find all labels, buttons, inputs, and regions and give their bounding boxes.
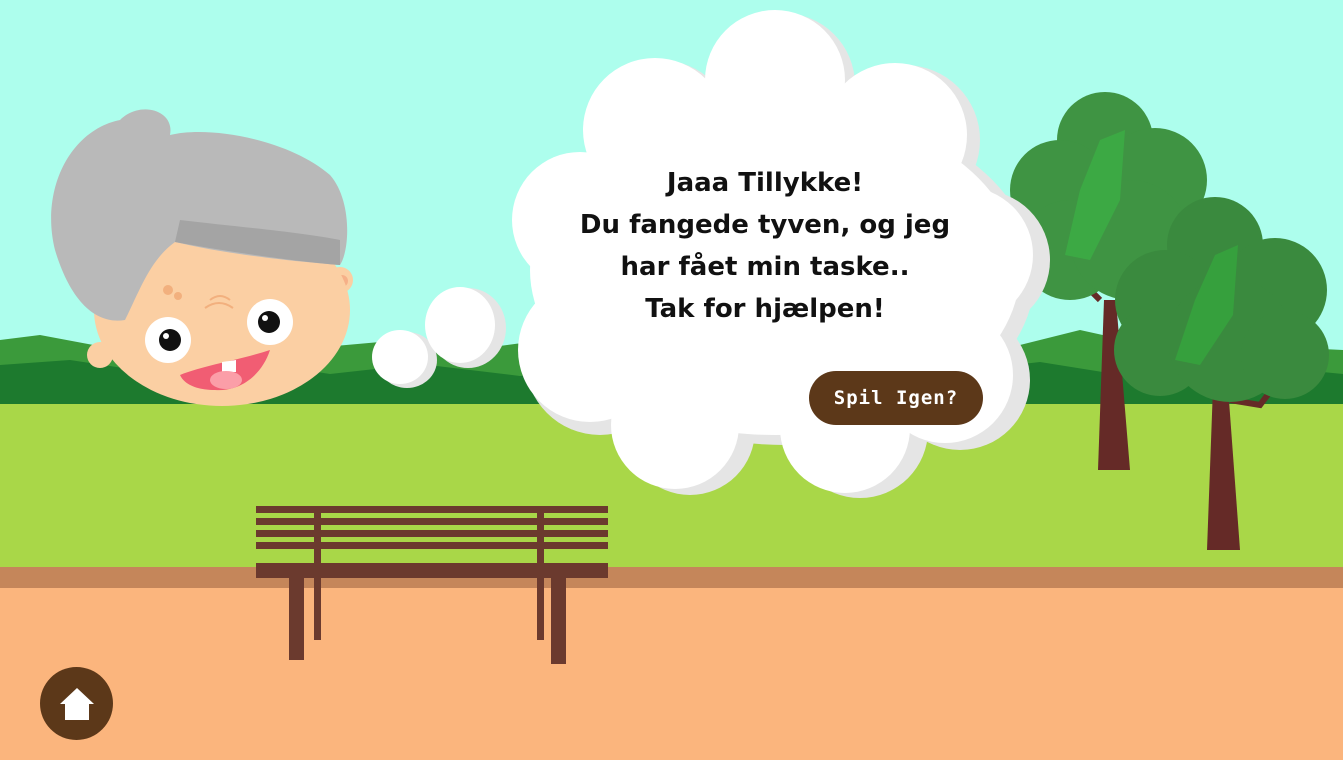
play-again-label: Spil Igen? bbox=[833, 387, 959, 409]
game-stage: Jaaa Tillykke! Du fangede tyven, og jeg … bbox=[0, 0, 1343, 760]
message-line-4: Tak for hjælpen! bbox=[645, 294, 885, 324]
path-edge bbox=[0, 567, 1343, 589]
message-line-2: Du fangede tyven, og jeg bbox=[579, 210, 951, 240]
message-line-3: har fået min taske.. bbox=[620, 252, 910, 282]
home-icon bbox=[59, 687, 94, 720]
play-again-button[interactable]: Spil Igen? bbox=[809, 371, 983, 425]
ground bbox=[0, 588, 1343, 760]
message-line-1: Jaaa Tillykke! bbox=[666, 168, 864, 198]
congratulations-message: Jaaa Tillykke! Du fangede tyven, og jeg … bbox=[560, 162, 970, 330]
park-background bbox=[0, 0, 1343, 760]
home-button[interactable] bbox=[40, 667, 113, 740]
